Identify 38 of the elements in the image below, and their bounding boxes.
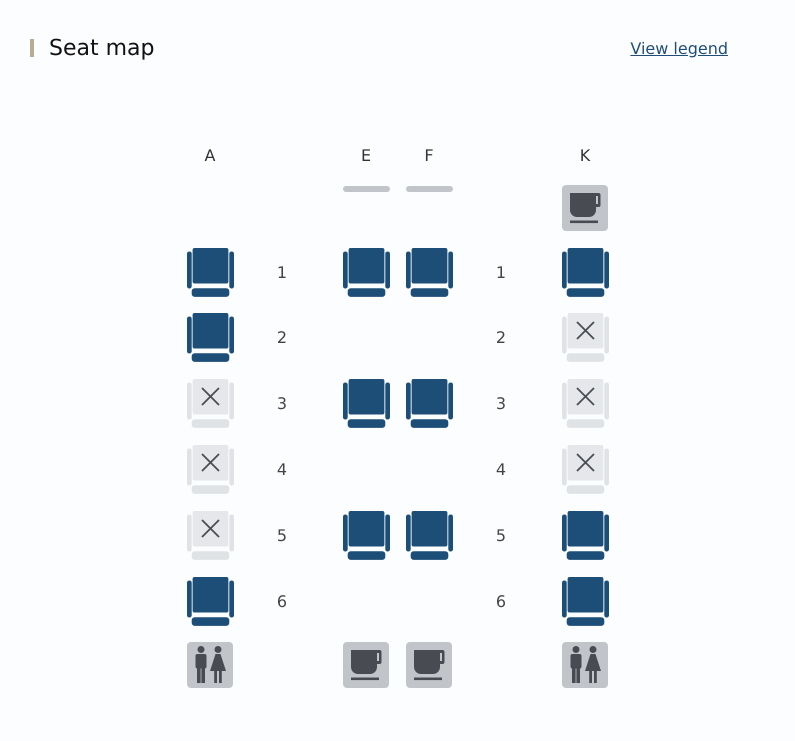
accent-bar [30,39,34,57]
seat-icon[interactable] [342,510,390,560]
seat-icon[interactable] [186,576,234,626]
restroom-icon [562,642,608,688]
row-number: 2 [496,328,508,348]
row-number: 3 [276,394,288,414]
seat-icon[interactable] [406,248,452,297]
bulkhead-bar [342,186,390,192]
seat-icon[interactable] [562,248,608,297]
coffee-cup-icon [562,184,608,231]
row-number: 4 [276,460,288,479]
page-title: Seat map [49,36,156,60]
column-label: K [578,145,592,167]
row-number: 5 [496,526,508,545]
seat-icon[interactable] [186,248,234,297]
row-number: 6 [496,592,508,611]
column-label: A [204,145,216,167]
seat-icon[interactable] [342,248,390,297]
seat-icon[interactable] [562,510,608,560]
column-label: E [360,145,372,167]
seat-icon[interactable] [342,379,390,428]
row-number: 6 [276,592,288,611]
row-number: 1 [276,262,288,282]
row-number: 5 [276,526,288,545]
coffee-cup-icon [342,642,388,688]
row-number: 3 [496,394,508,414]
row-number: 4 [496,460,508,479]
view-legend-link[interactable]: View legend [630,38,728,58]
coffee-cup-icon [406,642,452,688]
bulkhead-bar [406,186,452,192]
row-number: 1 [496,262,508,282]
seat-icon[interactable] [562,576,608,626]
column-label: F [423,145,435,167]
row-number: 2 [276,328,288,348]
restroom-icon [186,642,232,688]
seat-icon[interactable] [406,510,452,560]
seat-icon[interactable] [406,379,452,428]
seat-icon[interactable] [186,313,234,362]
